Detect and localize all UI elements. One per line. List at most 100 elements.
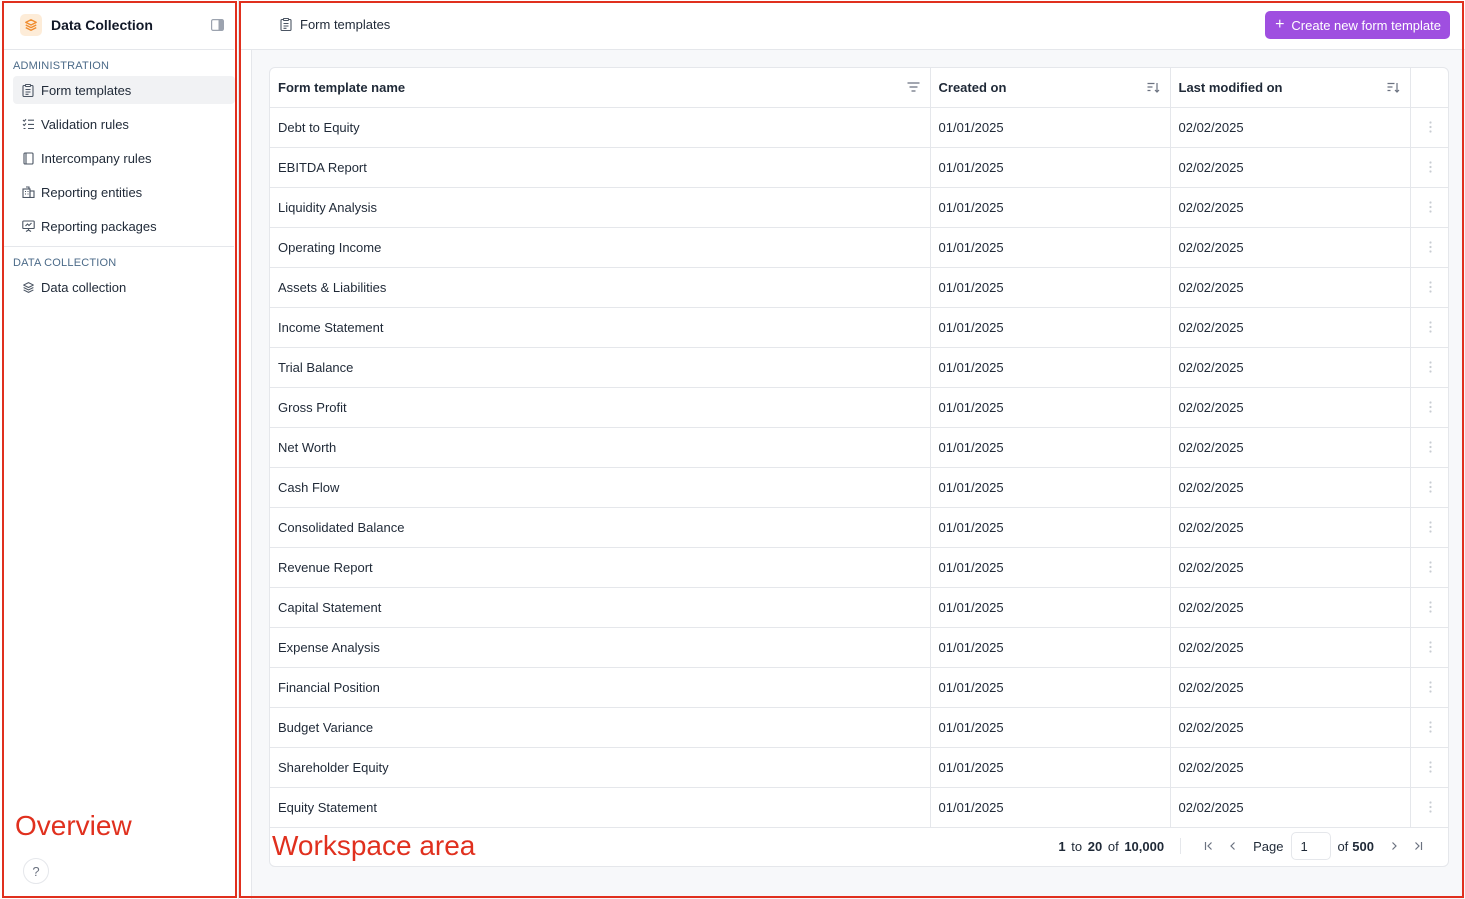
sidebar-item-label: Reporting packages — [41, 218, 157, 234]
more-actions-icon[interactable] — [1419, 441, 1443, 453]
page-header: Form templates + Create new form templat… — [239, 0, 1465, 50]
more-actions-icon[interactable] — [1419, 721, 1443, 733]
cell-name: Liquidity Analysis — [270, 187, 931, 228]
sort-icon[interactable] — [1387, 80, 1401, 94]
table-row[interactable]: Income Statement 01/01/2025 02/02/2025 — [270, 307, 1448, 348]
more-actions-icon[interactable] — [1419, 481, 1443, 493]
cell-last-modified: 02/02/2025 — [1170, 707, 1411, 748]
table-row[interactable]: Equity Statement 01/01/2025 02/02/2025 — [270, 787, 1448, 828]
row-actions-cell — [1410, 107, 1448, 148]
table-row[interactable]: Financial Position 01/01/2025 02/02/2025 — [270, 667, 1448, 708]
more-actions-icon[interactable] — [1419, 361, 1443, 373]
cell-last-modified: 02/02/2025 — [1170, 307, 1411, 348]
column-header-last-modified[interactable]: Last modified on — [1170, 68, 1411, 108]
checklist-icon — [21, 117, 35, 131]
row-actions-cell — [1410, 507, 1448, 548]
table-row[interactable]: Consolidated Balance 01/01/2025 02/02/2025 — [270, 507, 1448, 548]
sidebar-item-reporting-entities[interactable]: Reporting entities — [13, 178, 235, 206]
table-row[interactable]: Trial Balance 01/01/2025 02/02/2025 — [270, 347, 1448, 388]
cell-last-modified: 02/02/2025 — [1170, 427, 1411, 468]
sidebar-item-label: Data collection — [41, 279, 127, 295]
cell-last-modified: 02/02/2025 — [1170, 107, 1411, 148]
table-row[interactable]: Expense Analysis 01/01/2025 02/02/2025 — [270, 627, 1448, 668]
cell-name: Gross Profit — [270, 387, 931, 428]
previous-page-icon[interactable] — [1224, 837, 1242, 855]
more-actions-icon[interactable] — [1419, 401, 1443, 413]
cell-last-modified: 02/02/2025 — [1170, 547, 1411, 588]
more-actions-icon[interactable] — [1419, 641, 1443, 653]
table-row[interactable]: Budget Variance 01/01/2025 02/02/2025 — [270, 707, 1448, 748]
cell-last-modified: 02/02/2025 — [1170, 747, 1411, 788]
row-actions-cell — [1410, 707, 1448, 748]
more-actions-icon[interactable] — [1419, 761, 1443, 773]
row-actions-cell — [1410, 667, 1448, 708]
more-actions-icon[interactable] — [1419, 801, 1443, 813]
next-page-icon[interactable] — [1385, 837, 1403, 855]
table-row[interactable]: Net Worth 01/01/2025 02/02/2025 — [270, 427, 1448, 468]
table-row[interactable]: Assets & Liabilities 01/01/2025 02/02/2025 — [270, 267, 1448, 308]
sidebar-item-form-templates[interactable]: Form templates — [13, 76, 235, 104]
table-row[interactable]: Revenue Report 01/01/2025 02/02/2025 — [270, 547, 1448, 588]
row-actions-cell — [1410, 787, 1448, 828]
cell-created-on: 01/01/2025 — [930, 747, 1171, 788]
cell-last-modified: 02/02/2025 — [1170, 227, 1411, 268]
row-actions-cell — [1410, 387, 1448, 428]
row-actions-cell — [1410, 187, 1448, 228]
table-row[interactable]: Capital Statement 01/01/2025 02/02/2025 — [270, 587, 1448, 628]
table-row[interactable]: Debt to Equity 01/01/2025 02/02/2025 — [270, 107, 1448, 148]
first-page-icon[interactable] — [1200, 837, 1218, 855]
cell-name: Net Worth — [270, 427, 931, 468]
help-button[interactable]: ? — [23, 858, 49, 884]
table-row[interactable]: EBITDA Report 01/01/2025 02/02/2025 — [270, 147, 1448, 188]
cell-created-on: 01/01/2025 — [930, 227, 1171, 268]
more-actions-icon[interactable] — [1419, 561, 1443, 573]
filter-icon[interactable] — [907, 80, 921, 94]
page-count: 500 — [1352, 838, 1374, 854]
table-row[interactable]: Gross Profit 01/01/2025 02/02/2025 — [270, 387, 1448, 428]
cell-last-modified: 02/02/2025 — [1170, 467, 1411, 508]
create-form-template-button[interactable]: + Create new form template — [1265, 11, 1450, 39]
table-body: Debt to Equity 01/01/2025 02/02/2025 EBITDA… — [270, 107, 1448, 828]
more-actions-icon[interactable] — [1419, 241, 1443, 253]
collapse-sidebar-icon[interactable] — [210, 18, 224, 32]
table-header-row: Form template name Created on Last modif… — [270, 68, 1448, 108]
last-page-icon[interactable] — [1409, 837, 1427, 855]
cell-last-modified: 02/02/2025 — [1170, 267, 1411, 308]
sidebar-item-validation-rules[interactable]: Validation rules — [13, 110, 235, 138]
app-logo-icon — [20, 13, 42, 36]
cell-last-modified: 02/02/2025 — [1170, 627, 1411, 668]
more-actions-icon[interactable] — [1419, 601, 1443, 613]
cell-created-on: 01/01/2025 — [930, 387, 1171, 428]
more-actions-icon[interactable] — [1419, 681, 1443, 693]
more-actions-icon[interactable] — [1419, 321, 1443, 333]
sidebar-header: Data Collection — [4, 0, 234, 50]
table-row[interactable]: Liquidity Analysis 01/01/2025 02/02/2025 — [270, 187, 1448, 228]
page-number-input[interactable] — [1291, 832, 1332, 860]
cell-last-modified: 02/02/2025 — [1170, 187, 1411, 228]
more-actions-icon[interactable] — [1419, 121, 1443, 133]
more-actions-icon[interactable] — [1419, 521, 1443, 533]
cell-created-on: 01/01/2025 — [930, 467, 1171, 508]
row-actions-cell — [1410, 747, 1448, 788]
sidebar-item-intercompany-rules[interactable]: Intercompany rules — [13, 144, 235, 172]
column-header-name[interactable]: Form template name — [270, 68, 931, 108]
cell-last-modified: 02/02/2025 — [1170, 147, 1411, 188]
row-actions-cell — [1410, 467, 1448, 508]
page-of-label: of — [1337, 838, 1349, 854]
sidebar-item-reporting-packages[interactable]: Reporting packages — [13, 212, 235, 240]
document-icon — [21, 151, 35, 165]
more-actions-icon[interactable] — [1419, 281, 1443, 293]
more-actions-icon[interactable] — [1419, 201, 1443, 213]
page-title: Form templates — [300, 17, 391, 32]
table-row[interactable]: Operating Income 01/01/2025 02/02/2025 — [270, 227, 1448, 268]
sidebar-item-data-collection[interactable]: Data collection — [13, 273, 235, 301]
cell-name: Operating Income — [270, 227, 931, 268]
cell-name: Revenue Report — [270, 547, 931, 588]
cell-last-modified: 02/02/2025 — [1170, 787, 1411, 828]
sort-icon[interactable] — [1147, 80, 1161, 94]
column-header-created-on[interactable]: Created on — [930, 68, 1171, 108]
table-row[interactable]: Shareholder Equity 01/01/2025 02/02/2025 — [270, 747, 1448, 788]
cell-name: Shareholder Equity — [270, 747, 931, 788]
table-row[interactable]: Cash Flow 01/01/2025 02/02/2025 — [270, 467, 1448, 508]
more-actions-icon[interactable] — [1419, 161, 1443, 173]
